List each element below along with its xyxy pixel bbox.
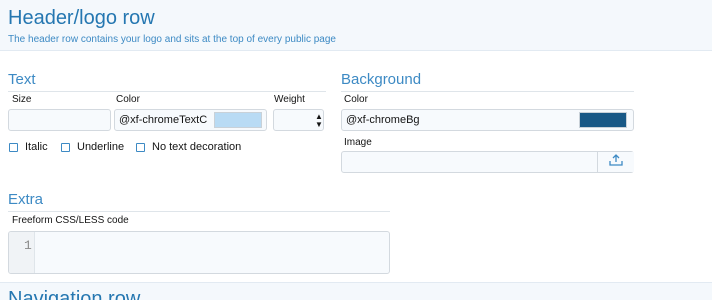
next-section-title: Navigation row <box>8 288 141 300</box>
text-color-label: Color <box>116 94 140 105</box>
section-description: The header row contains your logo and si… <box>8 34 336 45</box>
text-group-divider <box>8 91 326 92</box>
text-group-title: Text <box>8 71 36 88</box>
text-color-swatch[interactable] <box>214 112 262 128</box>
background-color-value: @xf-chromeBg <box>346 114 420 126</box>
text-color-value: @xf-chromeTextC <box>119 114 208 126</box>
background-group-divider <box>341 91 634 92</box>
select-arrows-icon: ▲ ▼ <box>315 112 323 129</box>
extra-group-divider <box>8 211 390 212</box>
line-number: 1 <box>24 238 32 253</box>
background-group-title: Background <box>341 71 422 88</box>
no-decoration-checkbox[interactable] <box>136 143 145 152</box>
extra-group-title: Extra <box>8 191 44 208</box>
section-header: Header/logo row The header row contains … <box>0 0 712 51</box>
weight-label: Weight <box>274 94 305 105</box>
section-title: Header/logo row <box>8 7 155 29</box>
no-decoration-label[interactable]: No text decoration <box>152 141 241 153</box>
code-gutter: 1 <box>9 232 35 273</box>
image-label: Image <box>344 137 372 148</box>
background-color-label: Color <box>344 94 368 105</box>
upload-button[interactable] <box>597 152 634 172</box>
size-label: Size <box>12 94 32 105</box>
italic-label[interactable]: Italic <box>25 141 48 153</box>
upload-icon <box>609 153 623 171</box>
code-editor[interactable]: 1 <box>8 231 390 274</box>
underline-checkbox[interactable] <box>61 143 70 152</box>
underline-label[interactable]: Underline <box>77 141 124 153</box>
italic-checkbox[interactable] <box>9 143 18 152</box>
background-color-swatch[interactable] <box>579 112 627 128</box>
weight-select[interactable]: ▲ ▼ <box>273 109 324 131</box>
size-input[interactable] <box>8 109 111 131</box>
next-section-header: Navigation row <box>0 282 712 300</box>
image-input[interactable] <box>341 151 634 173</box>
code-label: Freeform CSS/LESS code <box>12 215 129 226</box>
